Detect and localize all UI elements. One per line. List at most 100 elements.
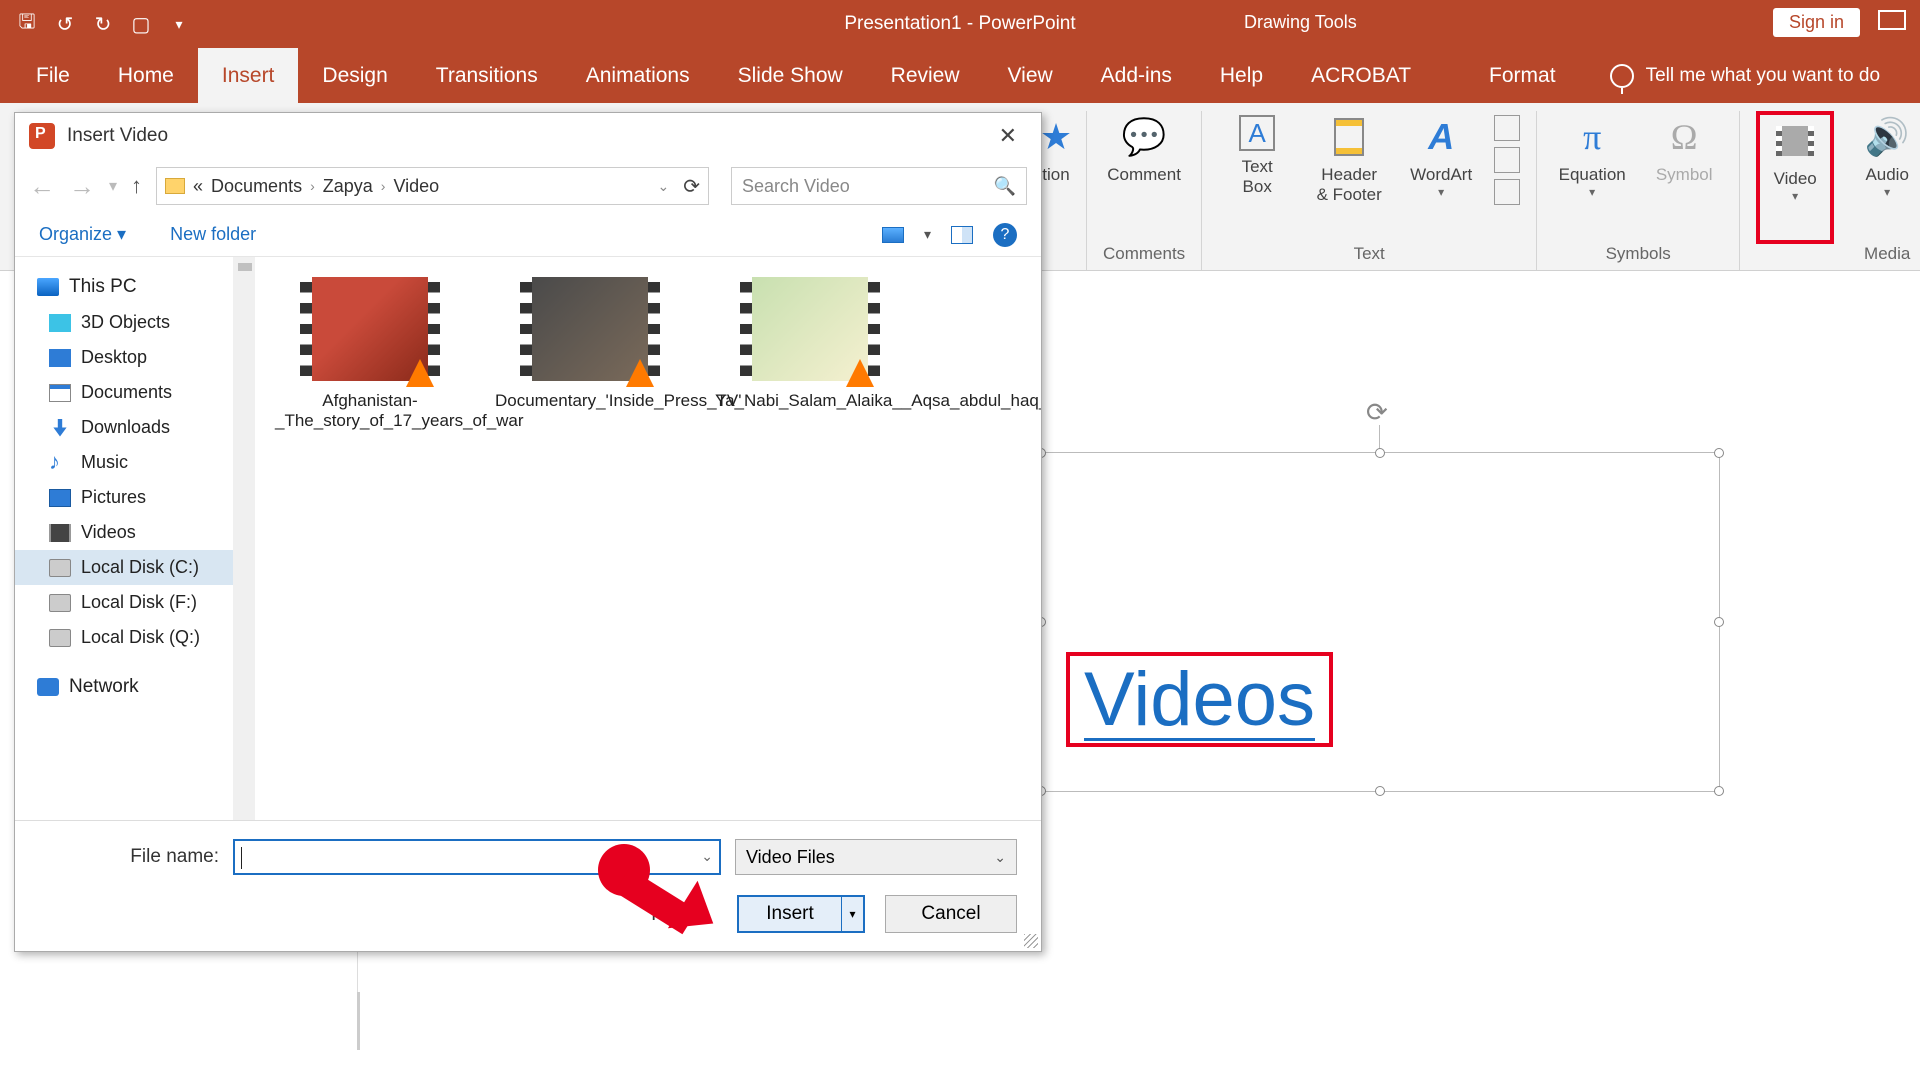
tree-local-disk-f[interactable]: Local Disk (F:) [15, 585, 255, 620]
resize-handle[interactable] [1714, 617, 1724, 627]
file-name: Ya_Nabi_Salam_Alaika__Aqsa_abdul_haq_New… [715, 391, 905, 411]
tab-view[interactable]: View [984, 48, 1077, 103]
redo-icon[interactable]: ↻ [88, 9, 118, 39]
cancel-button[interactable]: Cancel [885, 895, 1017, 933]
dialog-titlebar: Insert Video ✕ [15, 113, 1041, 159]
text-small-buttons[interactable] [1494, 111, 1520, 244]
crumb[interactable]: Documents [211, 176, 302, 197]
file-item[interactable]: Afghanistan-_The_story_of_17_years_of_wa… [275, 277, 465, 431]
tab-slideshow[interactable]: Slide Show [714, 48, 867, 103]
wordart-icon: A [1419, 115, 1463, 159]
crumb-dropdown-icon[interactable]: ⌄ [658, 178, 670, 195]
tree-local-disk-q[interactable]: Local Disk (Q:) [15, 620, 255, 655]
tab-animations[interactable]: Animations [562, 48, 714, 103]
tab-format[interactable]: Format [1465, 48, 1580, 103]
tree-this-pc[interactable]: This PC [15, 269, 255, 305]
tree-downloads[interactable]: Downloads [15, 410, 255, 445]
tab-file[interactable]: File [12, 48, 94, 103]
organize-button[interactable]: Organize ▾ [39, 224, 126, 245]
up-icon[interactable]: ↑ [131, 173, 142, 199]
resize-handle[interactable] [1375, 786, 1385, 796]
comment-button[interactable]: 💬 Comment [1105, 111, 1183, 244]
folder-tree[interactable]: This PC 3D Objects Desktop Documents Dow… [15, 257, 255, 820]
resize-handle[interactable] [1714, 786, 1724, 796]
tree-3d-objects[interactable]: 3D Objects [15, 305, 255, 340]
rotate-handle-icon[interactable]: ⟳ [1366, 397, 1394, 425]
audio-button[interactable]: 🔊 Audio ▾ [1848, 111, 1920, 244]
crumb[interactable]: Zapya [323, 176, 373, 197]
date-time-icon[interactable] [1494, 115, 1520, 141]
help-icon[interactable]: ? [993, 223, 1017, 247]
tab-transitions[interactable]: Transitions [412, 48, 562, 103]
forward-icon[interactable]: → [69, 171, 95, 202]
qat-more-icon[interactable]: ▾ [164, 9, 194, 39]
save-icon[interactable]: 🖫 [12, 9, 42, 39]
tell-me-search[interactable]: Tell me what you want to do [1610, 64, 1880, 88]
file-name-input[interactable]: ⌄ [233, 839, 721, 875]
tab-addins[interactable]: Add-ins [1077, 48, 1196, 103]
comment-icon: 💬 [1122, 115, 1166, 159]
insert-video-dialog: Insert Video ✕ ← → ▾ ↑ « Documents › Zap… [14, 112, 1042, 952]
textbox-icon: A [1239, 115, 1275, 151]
crumb[interactable]: Video [393, 176, 439, 197]
undo-icon[interactable]: ↺ [50, 9, 80, 39]
file-type-select[interactable]: Video Files ⌄ [735, 839, 1017, 875]
wordart-button[interactable]: A WordArt ▾ [1402, 111, 1480, 244]
resize-handle[interactable] [1375, 448, 1385, 458]
refresh-icon[interactable]: ⟳ [683, 174, 700, 199]
tree-videos[interactable]: Videos [15, 515, 255, 550]
text-box-button[interactable]: A Text Box [1218, 111, 1296, 244]
close-icon[interactable]: ✕ [989, 119, 1027, 153]
view-dropdown-icon[interactable]: ▾ [924, 226, 931, 243]
view-icon[interactable] [882, 227, 904, 243]
recent-icon[interactable]: ▾ [109, 176, 117, 196]
insert-button[interactable]: Insert ▾ [737, 895, 865, 933]
object-icon[interactable] [1494, 179, 1520, 205]
video-icon [1773, 119, 1817, 163]
header-footer-icon [1327, 115, 1371, 159]
search-input[interactable]: Search Video 🔍 [731, 167, 1027, 205]
videos-annotation: Videos [1066, 652, 1333, 747]
resize-grip-icon[interactable] [1024, 934, 1038, 948]
input-dropdown-icon[interactable]: ⌄ [701, 848, 713, 865]
signin-button[interactable]: Sign in [1773, 8, 1860, 37]
header-footer-button[interactable]: Header & Footer [1310, 111, 1388, 244]
file-name: Documentary_'Inside_Press_TV' [495, 391, 685, 411]
file-list[interactable]: Afghanistan-_The_story_of_17_years_of_wa… [255, 257, 1041, 820]
back-icon[interactable]: ← [29, 171, 55, 202]
insert-split-icon[interactable]: ▾ [841, 897, 863, 931]
contextual-tab-label: Drawing Tools [1244, 12, 1357, 33]
tree-pictures[interactable]: Pictures [15, 480, 255, 515]
tab-insert[interactable]: Insert [198, 48, 299, 103]
ribbon-display-options-icon[interactable] [1878, 10, 1906, 30]
search-placeholder: Search Video [742, 176, 850, 197]
tree-music[interactable]: ♪Music [15, 445, 255, 480]
tab-help[interactable]: Help [1196, 48, 1287, 103]
tree-network[interactable]: Network [15, 669, 255, 705]
start-from-beginning-icon[interactable]: ▢ [126, 9, 156, 39]
tools-button[interactable]: Tools ▾ [648, 903, 707, 926]
tree-desktop[interactable]: Desktop [15, 340, 255, 375]
lightbulb-icon [1610, 64, 1634, 88]
tab-review[interactable]: Review [867, 48, 984, 103]
preview-pane-icon[interactable] [951, 226, 973, 244]
tree-scrollbar[interactable] [233, 257, 255, 820]
tree-local-disk-c[interactable]: Local Disk (C:) [15, 550, 255, 585]
tab-home[interactable]: Home [94, 48, 198, 103]
video-button[interactable]: Video ▾ [1756, 111, 1834, 244]
new-folder-button[interactable]: New folder [170, 224, 256, 245]
tab-acrobat[interactable]: ACROBAT [1287, 48, 1435, 103]
ribbon-group-comments: 💬 Comment Comments [1087, 111, 1202, 270]
slide-number-icon[interactable] [1494, 147, 1520, 173]
tab-design[interactable]: Design [298, 48, 411, 103]
equation-button[interactable]: π Equation ▾ [1553, 111, 1631, 244]
file-item[interactable]: Ya_Nabi_Salam_Alaika__Aqsa_abdul_haq_New… [715, 277, 905, 411]
video-thumbnail-icon [300, 277, 440, 381]
ribbon-tabs: File Home Insert Design Transitions Anim… [0, 48, 1920, 103]
breadcrumb[interactable]: « Documents › Zapya › Video ⌄ ⟳ [156, 167, 709, 205]
dialog-toolbar: Organize ▾ New folder ▾ ? [15, 213, 1041, 257]
tree-documents[interactable]: Documents [15, 375, 255, 410]
audio-icon: 🔊 [1865, 115, 1909, 159]
file-item[interactable]: Documentary_'Inside_Press_TV' [495, 277, 685, 411]
resize-handle[interactable] [1714, 448, 1724, 458]
